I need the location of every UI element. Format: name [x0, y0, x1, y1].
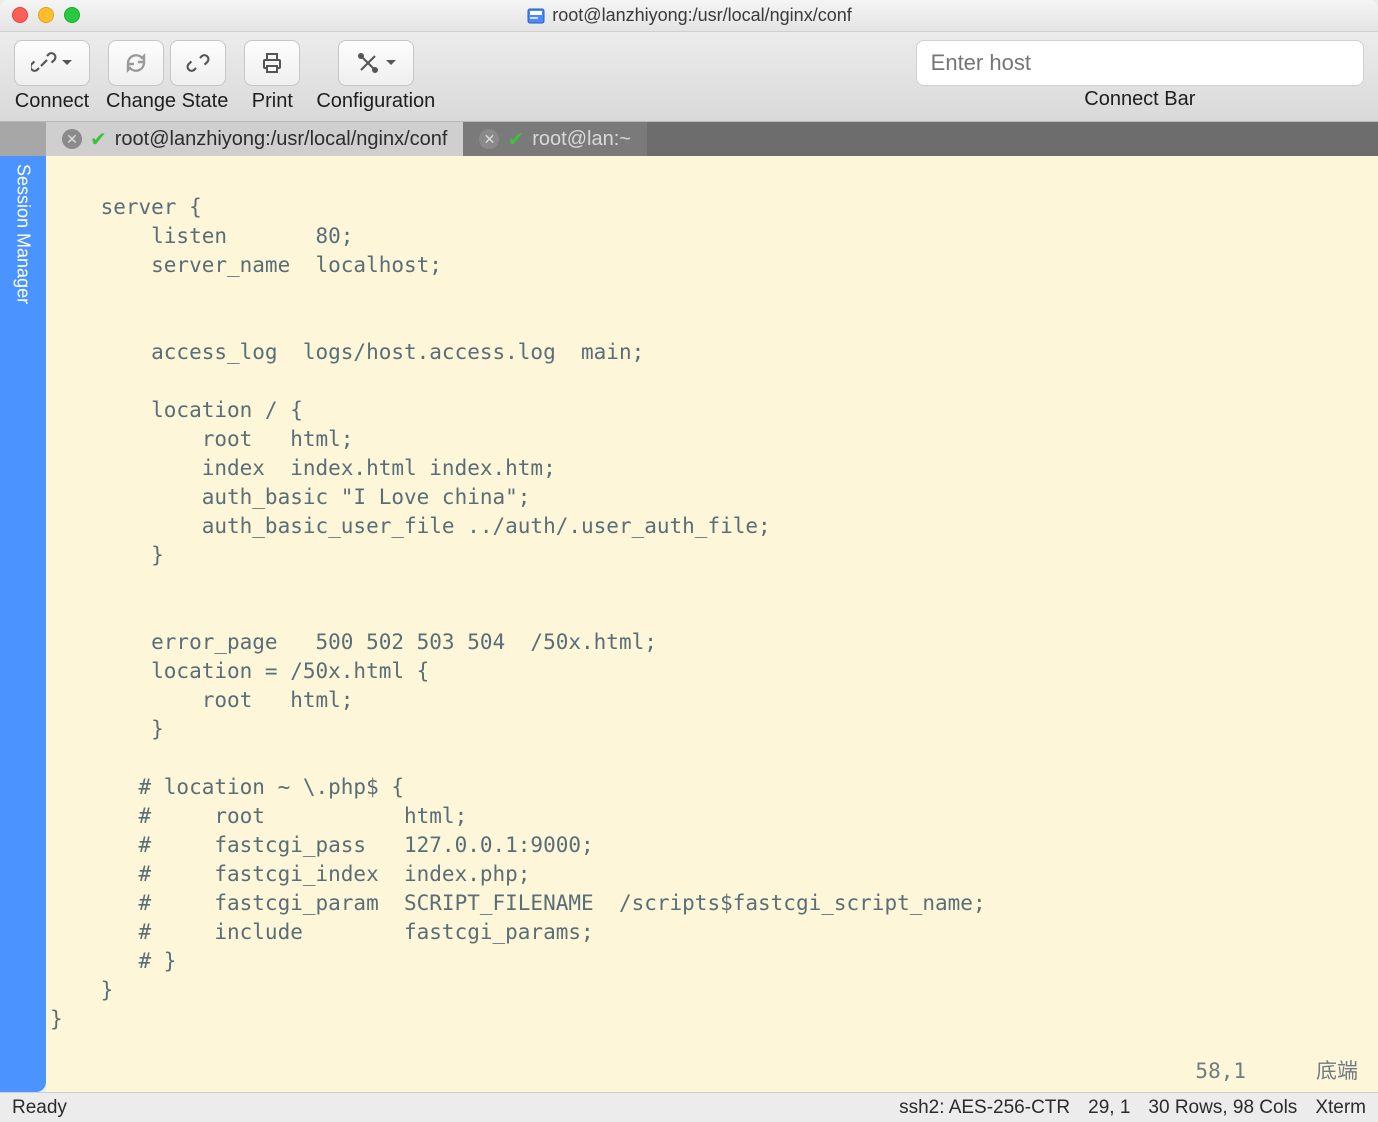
- close-icon[interactable]: ✕: [479, 129, 499, 149]
- toolbar: Connect Change State Print Configura: [0, 32, 1378, 122]
- change-state-group: Change State: [106, 40, 228, 113]
- disconnect-button[interactable]: [170, 40, 226, 86]
- connect-button[interactable]: [14, 40, 90, 86]
- app-icon: [526, 6, 546, 26]
- title-bar: root@lanzhiyong:/usr/local/nginx/conf: [0, 0, 1378, 32]
- tools-icon: [355, 50, 381, 76]
- size-status: 30 Rows, 98 Cols: [1148, 1097, 1297, 1119]
- encryption-status: ssh2: AES-256-CTR: [899, 1097, 1070, 1119]
- scroll-hint: 底端: [1316, 1057, 1358, 1086]
- connect-bar-label: Connect Bar: [1084, 88, 1195, 111]
- configuration-group: Configuration: [316, 40, 435, 113]
- print-group: Print: [244, 40, 300, 113]
- minimize-window-button[interactable]: [38, 7, 54, 23]
- tab-bar: ✕ ✔ root@lanzhiyong:/usr/local/nginx/con…: [0, 122, 1378, 156]
- session-manager-label: Session Manager: [13, 164, 34, 304]
- change-state-label: Change State: [106, 90, 228, 113]
- terminal[interactable]: server { listen 80; server_name localhos…: [46, 156, 1378, 1092]
- terminal-status-line: 58,1 底端: [1195, 1057, 1358, 1086]
- tab-label: root@lan:~: [532, 128, 631, 151]
- cursor-status: 29, 1: [1088, 1097, 1130, 1119]
- broken-link-icon: [185, 50, 211, 76]
- term-type-status: Xterm: [1315, 1097, 1366, 1119]
- link-icon: [31, 50, 57, 76]
- status-right: ssh2: AES-256-CTR 29, 1 30 Rows, 98 Cols…: [899, 1097, 1366, 1119]
- window-controls: [12, 7, 80, 23]
- tab-active[interactable]: ✕ ✔ root@lanzhiyong:/usr/local/nginx/con…: [46, 122, 463, 156]
- status-bar: Ready ssh2: AES-256-CTR 29, 1 30 Rows, 9…: [0, 1092, 1378, 1122]
- check-icon: ✔: [507, 127, 524, 152]
- connect-group: Connect: [14, 40, 90, 113]
- status-text: Ready: [12, 1097, 67, 1119]
- printer-icon: [259, 50, 285, 76]
- configuration-label: Configuration: [316, 90, 435, 113]
- connect-bar-group: Connect Bar: [916, 40, 1364, 111]
- close-icon[interactable]: ✕: [62, 129, 82, 149]
- maximize-window-button[interactable]: [64, 7, 80, 23]
- check-icon: ✔: [90, 127, 107, 152]
- tab-label: root@lanzhiyong:/usr/local/nginx/conf: [115, 128, 448, 151]
- configuration-button[interactable]: [338, 40, 414, 86]
- connect-label: Connect: [15, 90, 90, 113]
- terminal-content: server { listen 80; server_name localhos…: [50, 193, 1374, 1034]
- main-body: Session Manager server { listen 80; serv…: [0, 156, 1378, 1092]
- session-manager-tab[interactable]: Session Manager: [0, 156, 46, 1092]
- print-button[interactable]: [244, 40, 300, 86]
- tab-inactive[interactable]: ✕ ✔ root@lan:~: [463, 122, 646, 156]
- tab-bar-corner: [0, 122, 46, 156]
- chevron-down-icon: [385, 57, 397, 69]
- window-title-text: root@lanzhiyong:/usr/local/nginx/conf: [552, 5, 851, 26]
- loop-icon: [123, 50, 149, 76]
- reconnect-button[interactable]: [108, 40, 164, 86]
- host-input[interactable]: [916, 40, 1364, 86]
- close-window-button[interactable]: [12, 7, 28, 23]
- cursor-position: 58,1: [1195, 1057, 1246, 1086]
- chevron-down-icon: [61, 57, 73, 69]
- window-title: root@lanzhiyong:/usr/local/nginx/conf: [526, 5, 851, 26]
- print-label: Print: [252, 90, 293, 113]
